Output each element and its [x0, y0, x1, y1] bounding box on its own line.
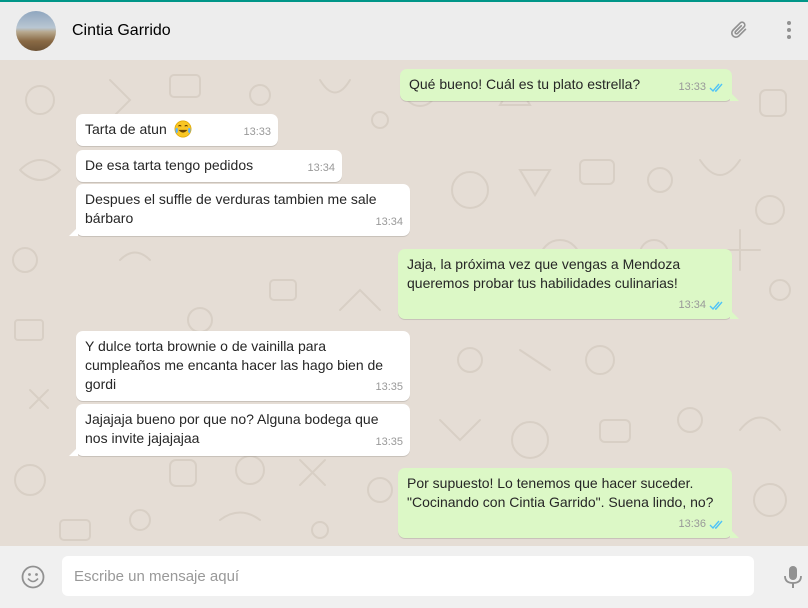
laughing-tears-emoji: [174, 120, 192, 138]
message-time: 13:33: [678, 81, 706, 93]
message-time: 13:34: [678, 299, 706, 311]
whatsapp-chat-window: Cintia Garrido Qué bueno! Cuál es tu pla…: [0, 0, 808, 608]
message-text: De esa tarta tengo pedidos: [85, 157, 254, 173]
outgoing-message[interactable]: Jaja, la próxima vez que vengas a Mendoz…: [398, 249, 739, 319]
outgoing-message[interactable]: Qué bueno! Cuál es tu plato estrella? 13…: [400, 69, 739, 101]
more-vertical-icon[interactable]: [777, 18, 801, 42]
contact-name[interactable]: Cintia Garrido: [72, 22, 171, 40]
microphone-icon[interactable]: [782, 564, 804, 590]
message-time: 13:34: [307, 162, 335, 174]
message-text-line: Por supuesto! Lo tenemos que hacer suced…: [407, 475, 694, 491]
message-text-line: Y dulce torta brownie o de vainilla para: [85, 338, 327, 354]
incoming-message[interactable]: Y dulce torta brownie o de vainilla para…: [76, 331, 410, 401]
incoming-message[interactable]: Despues el suffle de verduras tambien me…: [69, 184, 410, 236]
message-meta: 13:35: [375, 378, 403, 397]
bubble-tail: [730, 92, 739, 101]
message-text-line: bárbaro: [85, 210, 134, 226]
message-text-line: "Cocinando con Cintia Garrido". Suena li…: [407, 494, 714, 510]
bubble-tail: [69, 227, 78, 236]
message-text-line: nos invite jajajajaa: [85, 430, 200, 446]
message-meta: 13:33: [678, 78, 725, 97]
message-input[interactable]: [62, 556, 754, 596]
bubble-tail: [730, 310, 739, 319]
bubble-tail: [69, 447, 78, 456]
contact-avatar[interactable]: [16, 11, 56, 51]
message-text-line: Jaja, la próxima vez que vengas a Mendoz…: [407, 256, 681, 272]
chat-header: Cintia Garrido: [0, 0, 808, 60]
outgoing-message[interactable]: Por supuesto! Lo tenemos que hacer suced…: [398, 468, 739, 538]
incoming-message[interactable]: De esa tarta tengo pedidos 13:34: [76, 150, 342, 182]
read-receipt-icon: [709, 83, 723, 93]
message-meta: 13:34: [375, 213, 403, 232]
message-meta: 13:36: [678, 515, 725, 534]
message-list[interactable]: Qué bueno! Cuál es tu plato estrella? 13…: [0, 60, 808, 546]
incoming-message[interactable]: Tarta de atun 13:33: [76, 114, 278, 146]
read-receipt-icon: [709, 301, 723, 311]
message-time: 13:35: [375, 381, 403, 393]
message-text: Tarta de atun: [85, 121, 167, 137]
bubble-tail: [730, 529, 739, 538]
message-text-line: cumpleaños me encanta hacer las hago bie…: [85, 357, 384, 373]
message-meta: 13:33: [243, 123, 271, 142]
message-meta: 13:35: [375, 433, 403, 452]
message-text-line: queremos probar tus habilidades culinari…: [407, 275, 678, 291]
read-receipt-icon: [709, 520, 723, 530]
message-time: 13:36: [678, 518, 706, 530]
message-text-line: Jajajaja bueno por que no? Alguna bodega…: [85, 411, 379, 427]
message-text-line: gordi: [85, 376, 117, 392]
message-time: 13:34: [375, 216, 403, 228]
paperclip-icon[interactable]: [727, 18, 751, 42]
message-time: 13:35: [375, 436, 403, 448]
message-meta: 13:34: [307, 159, 335, 178]
message-text: Qué bueno! Cuál es tu plato estrella?: [409, 76, 641, 92]
smiley-icon[interactable]: [20, 564, 46, 590]
message-meta: 13:34: [678, 296, 725, 315]
message-composer: [0, 546, 808, 608]
message-text-line: Despues el suffle de verduras tambien me…: [85, 191, 377, 207]
message-time: 13:33: [243, 126, 271, 138]
incoming-message[interactable]: Jajajaja bueno por que no? Alguna bodega…: [69, 404, 410, 456]
